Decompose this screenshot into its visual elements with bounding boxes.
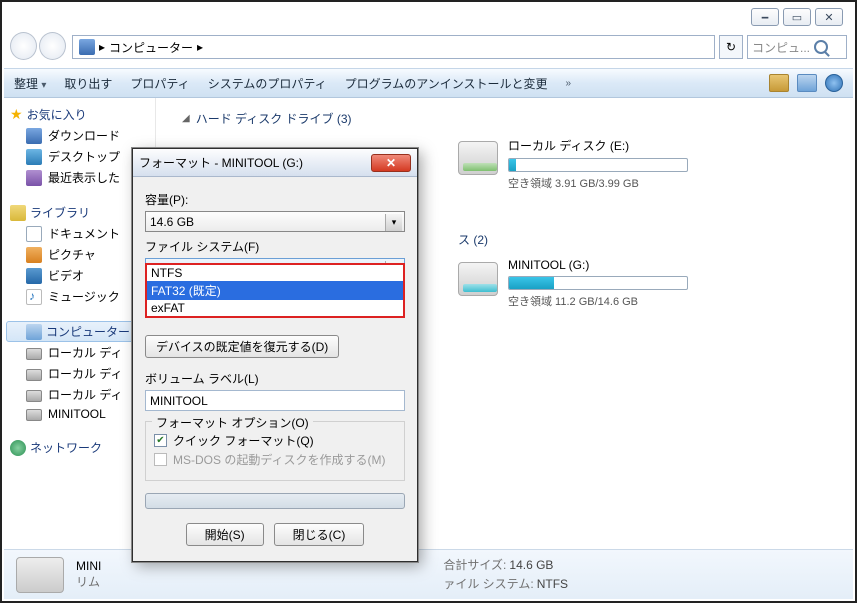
hdd-section-header[interactable]: ◢ハード ディスク ドライブ (3) [182, 110, 841, 127]
filesystem-label: ファイル システム(F) [145, 238, 405, 255]
capacity-combo[interactable]: 14.6 GB ▾ [145, 211, 405, 232]
drive-icon [458, 262, 498, 296]
maximize-button[interactable]: ▭ [783, 8, 811, 26]
volume-label-input[interactable] [145, 390, 405, 411]
address-text: コンピューター [109, 39, 193, 56]
uninstall-button[interactable]: プログラムのアンインストールと変更 [345, 75, 548, 92]
quick-format-checkbox[interactable]: ✔ [154, 434, 167, 447]
details-name: MINI [76, 559, 101, 573]
view-icon[interactable] [769, 74, 789, 92]
drive-usage-bar [508, 158, 688, 172]
hdd-icon [26, 348, 42, 360]
sidebar-local-e[interactable]: ローカル ディ [6, 384, 153, 405]
fs-option-ntfs[interactable]: NTFS [147, 265, 403, 281]
sidebar-recent[interactable]: 最近表示した [6, 167, 153, 188]
window-close-button[interactable]: ✕ [815, 8, 843, 26]
search-input[interactable]: コンピュ... [747, 35, 847, 59]
sidebar-favorites[interactable]: ★お気に入り [6, 104, 153, 125]
search-icon [814, 40, 828, 54]
eject-button[interactable]: 取り出す [64, 75, 112, 92]
filesystem-dropdown-list: NTFS FAT32 (既定) exFAT [145, 263, 405, 318]
msdos-checkbox [154, 453, 167, 466]
details-drive-icon [16, 557, 64, 593]
system-properties-button[interactable]: システムのプロパティ [208, 75, 327, 92]
restore-defaults-button[interactable]: デバイスの既定値を復元する(D) [145, 335, 339, 358]
details-size-value: 14.6 GB [509, 558, 553, 572]
close-button[interactable]: 閉じる(C) [274, 523, 365, 546]
hdd-icon [26, 369, 42, 381]
details-type: リム [76, 573, 101, 590]
fs-option-exfat[interactable]: exFAT [147, 300, 403, 316]
document-icon [26, 226, 42, 242]
library-icon [10, 205, 26, 221]
msdos-label: MS-DOS の起動ディスクを作成する(M) [173, 451, 385, 468]
hdd-icon [26, 409, 42, 421]
drive-name: ローカル ディスク (E:) [508, 137, 688, 154]
address-bar[interactable]: ▸ コンピューター ▸ [72, 35, 715, 59]
picture-icon [26, 247, 42, 263]
sidebar-music[interactable]: ミュージック [6, 286, 153, 307]
drive-free-text: 空き領域 11.2 GB/14.6 GB [508, 293, 688, 309]
download-icon [26, 128, 42, 144]
quick-format-label: クイック フォーマット(Q) [173, 432, 314, 449]
sidebar-network[interactable]: ネットワーク [6, 437, 153, 458]
explorer-toolbar: 整理 ▾ 取り出す プロパティ システムのプロパティ プログラムのアンインストー… [4, 68, 853, 98]
removable-section-header[interactable]: ス (2) [458, 231, 841, 248]
drive-usage-bar [508, 276, 688, 290]
format-options-group-label: フォーマット オプション(O) [152, 414, 313, 431]
drive-g[interactable]: MINITOOL (G:) 空き領域 11.2 GB/14.6 GB [458, 258, 688, 309]
format-dialog: フォーマット - MINITOOL (G:) ✕ 容量(P): 14.6 GB … [132, 148, 418, 562]
details-size-label: 合計サイズ: [443, 558, 506, 572]
dialog-title: フォーマット - MINITOOL (G:) [139, 154, 371, 171]
properties-button[interactable]: プロパティ [130, 75, 189, 92]
sidebar-downloads[interactable]: ダウンロード [6, 125, 153, 146]
computer-icon [79, 39, 95, 55]
organize-menu[interactable]: 整理 ▾ [14, 75, 46, 92]
sidebar-local-d[interactable]: ローカル ディ [6, 363, 153, 384]
sidebar-documents[interactable]: ドキュメント [6, 223, 153, 244]
help-icon[interactable] [825, 74, 843, 92]
video-icon [26, 268, 42, 284]
network-icon [10, 440, 26, 456]
fs-option-fat32[interactable]: FAT32 (既定) [147, 281, 403, 300]
sidebar-local-c[interactable]: ローカル ディ [6, 342, 153, 363]
format-progress-bar [145, 493, 405, 509]
drive-icon [458, 141, 498, 175]
refresh-button[interactable]: ↻ [719, 35, 743, 59]
nav-back-button[interactable] [10, 32, 37, 60]
details-fs-label: ァイル システム: [443, 577, 533, 591]
music-icon [26, 289, 42, 305]
sidebar-pictures[interactable]: ピクチャ [6, 244, 153, 265]
collapse-icon: ◢ [182, 113, 190, 124]
dropdown-icon: ▾ [385, 214, 402, 231]
sidebar-desktop[interactable]: デスクトップ [6, 146, 153, 167]
sidebar-videos[interactable]: ビデオ [6, 265, 153, 286]
address-sep: ▸ [99, 40, 105, 54]
sidebar-computer[interactable]: コンピューター [6, 321, 153, 342]
recent-icon [26, 170, 42, 186]
nav-forward-button[interactable] [39, 32, 66, 60]
drive-e[interactable]: ローカル ディスク (E:) 空き領域 3.91 GB/3.99 GB [458, 137, 688, 191]
dialog-close-button[interactable]: ✕ [371, 154, 411, 172]
drive-name: MINITOOL (G:) [508, 258, 688, 272]
minimize-button[interactable]: 🗕 [751, 8, 779, 26]
capacity-value: 14.6 GB [150, 215, 194, 229]
search-placeholder: コンピュ... [752, 39, 810, 56]
drive-free-text: 空き領域 3.91 GB/3.99 GB [508, 175, 688, 191]
computer-sidebar-icon [26, 324, 42, 340]
capacity-label: 容量(P): [145, 191, 405, 208]
toolbar-overflow[interactable]: » [566, 78, 572, 89]
address-sep: ▸ [197, 40, 203, 54]
details-fs-value: NTFS [537, 577, 568, 591]
hdd-icon [26, 390, 42, 402]
desktop-icon [26, 149, 42, 165]
volume-label-label: ボリューム ラベル(L) [145, 370, 405, 387]
sidebar-libraries[interactable]: ライブラリ [6, 202, 153, 223]
sidebar-minitool[interactable]: MINITOOL [6, 405, 153, 423]
star-icon: ★ [10, 106, 23, 123]
preview-icon[interactable] [797, 74, 817, 92]
start-button[interactable]: 開始(S) [186, 523, 264, 546]
